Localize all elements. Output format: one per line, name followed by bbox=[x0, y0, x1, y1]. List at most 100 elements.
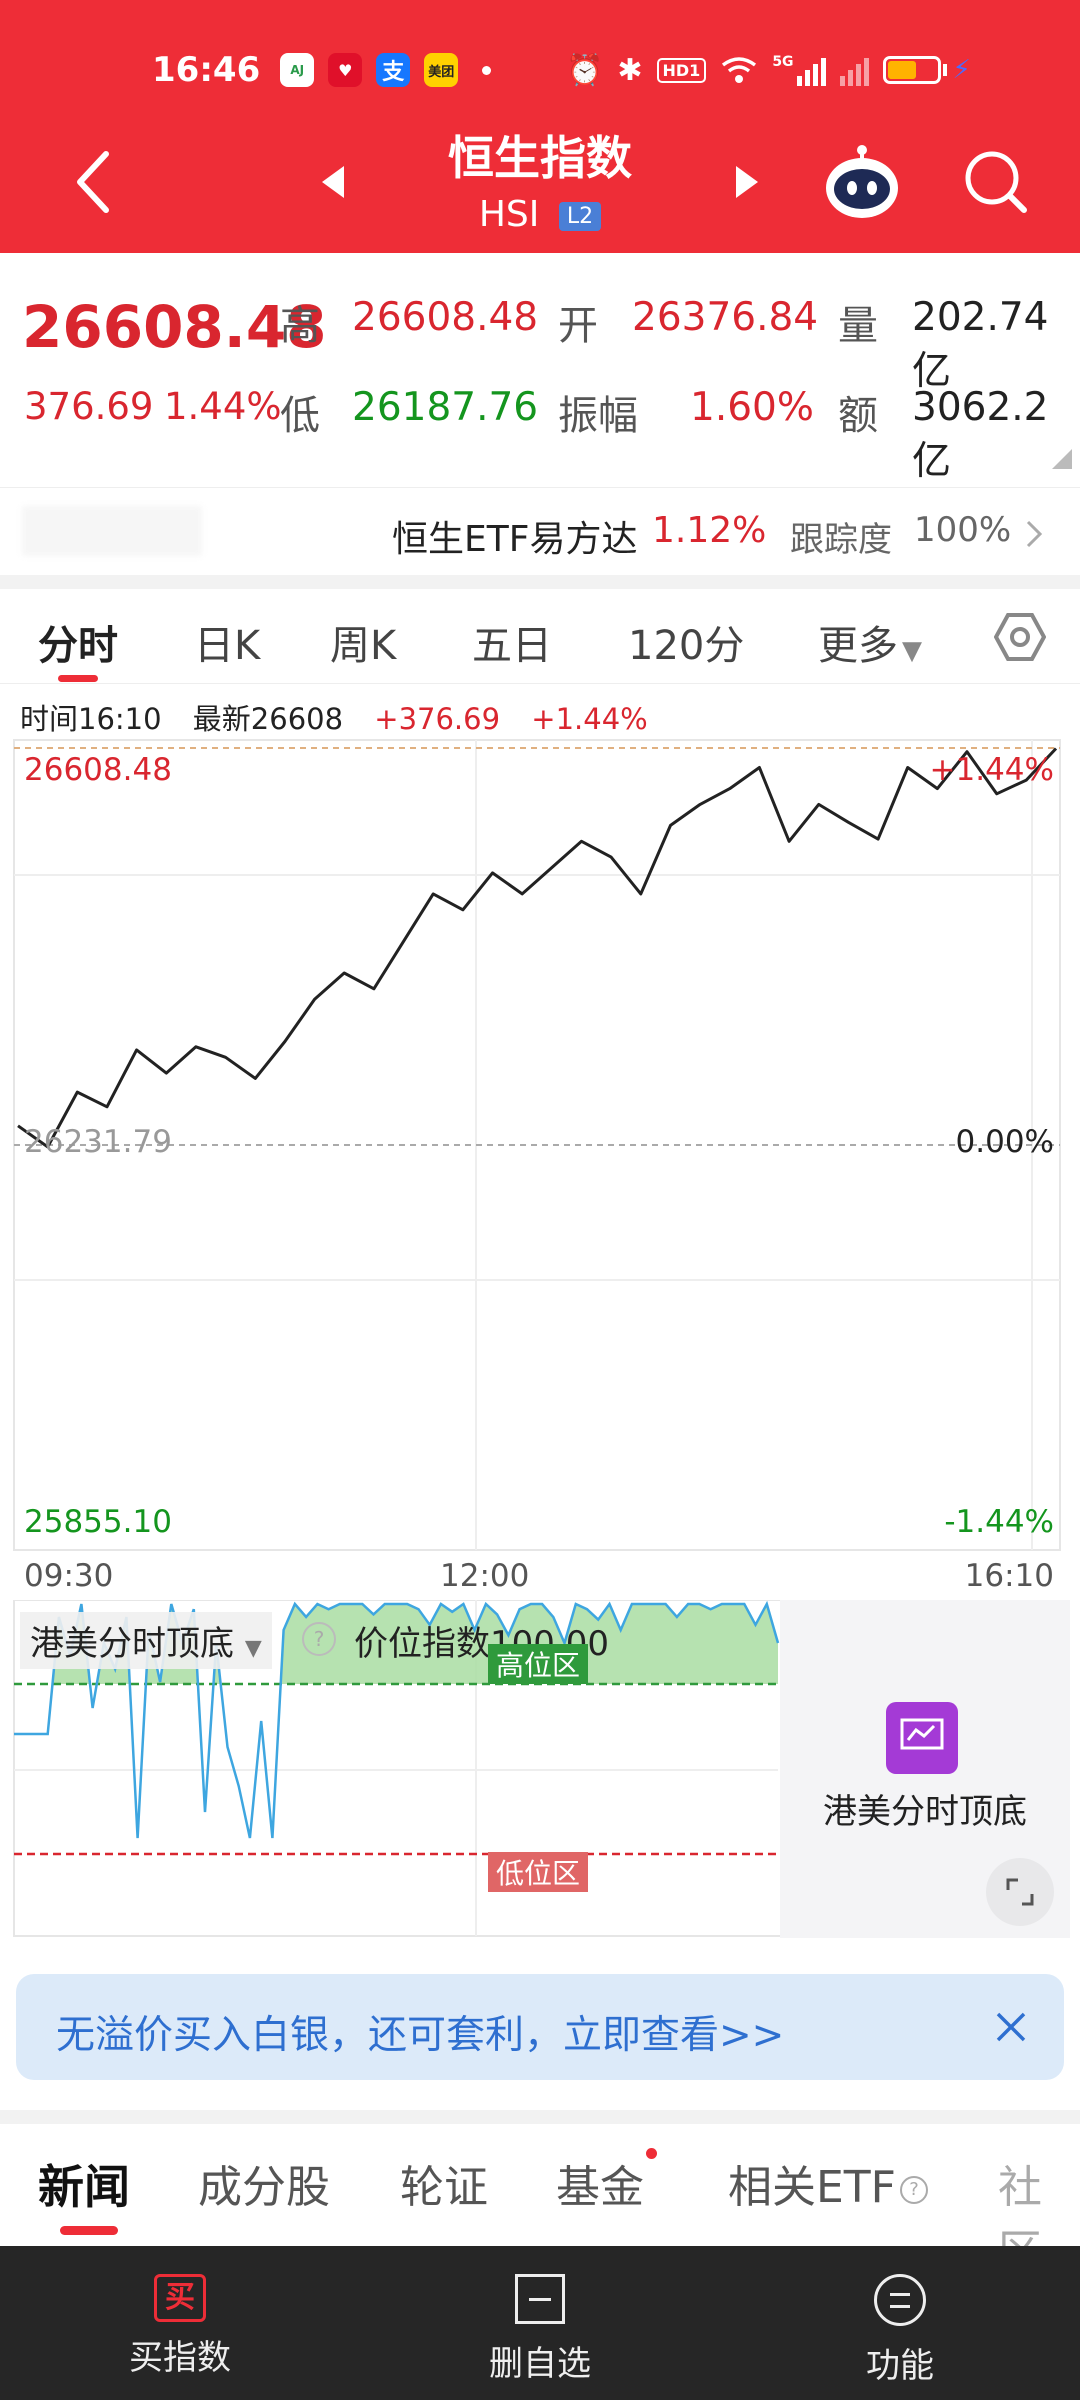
tab-intraday[interactable]: 分时 bbox=[38, 613, 118, 671]
indicator-app-icon bbox=[886, 1702, 958, 1774]
bottom-nav: 买 买指数 删自选 功能 bbox=[0, 2246, 1080, 2400]
tab-120min[interactable]: 120分 bbox=[628, 613, 744, 671]
indicator-selector[interactable]: 港美分时顶底 ▼ bbox=[20, 1612, 272, 1669]
signal-5g-icon: 5G bbox=[772, 54, 826, 86]
stock-code-row: HSI L2 bbox=[0, 194, 1080, 235]
tab-more[interactable]: 更多 ▼ bbox=[818, 613, 922, 671]
indicator-promo[interactable]: 港美分时顶底 bbox=[780, 1600, 1070, 1938]
active-news-indicator bbox=[60, 2226, 118, 2235]
amplitude-value: 1.60% bbox=[690, 385, 814, 430]
related-etf-row[interactable]: 恒生ETF易方达 1.12% 跟踪度 100% bbox=[0, 487, 1080, 575]
amount-label: 额 bbox=[838, 393, 878, 439]
indicator-promo-label: 港美分时顶底 bbox=[823, 1792, 1027, 1832]
active-tab-indicator bbox=[58, 675, 98, 682]
tab-funds[interactable]: 基金 bbox=[556, 2151, 644, 2215]
change-value: 376.69 bbox=[24, 385, 154, 428]
pct-top-label: +1.44% bbox=[929, 752, 1054, 788]
wifi-icon bbox=[722, 57, 757, 83]
remove-watchlist-icon bbox=[515, 2274, 565, 2324]
amplitude-label: 振幅 bbox=[558, 393, 638, 439]
y-max-label: 26608.48 bbox=[24, 752, 172, 788]
promo-banner[interactable]: 无溢价买入白银，还可套利，立即查看>> bbox=[16, 1974, 1064, 2080]
news-tabs: 新闻 成分股 轮证 基金 相关ETF? 社区 bbox=[0, 2124, 1080, 2277]
high-label: 高 bbox=[280, 303, 320, 349]
page-title: 恒生指数 bbox=[448, 131, 632, 185]
section-divider bbox=[0, 2110, 1080, 2124]
tab-news[interactable]: 新闻 bbox=[38, 2151, 130, 2217]
fullscreen-icon[interactable] bbox=[986, 1858, 1054, 1926]
tab-daily-k[interactable]: 日K bbox=[194, 613, 260, 671]
etf-percent: 1.12% bbox=[652, 510, 767, 551]
intraday-chart[interactable]: 时间16:10 最新26608 +376.69 +1.44% 26608.48 … bbox=[0, 684, 1080, 1594]
volume-value: 202.74亿 bbox=[912, 295, 1049, 394]
tab-related-etf[interactable]: 相关ETF? bbox=[728, 2151, 928, 2215]
open-value: 26376.84 bbox=[632, 295, 819, 340]
tracking-label: 跟踪度 bbox=[790, 520, 892, 560]
functions-button[interactable]: 功能 bbox=[800, 2274, 1000, 2387]
x-tick-mid: 12:00 bbox=[440, 1558, 530, 1594]
battery-icon: ⚡ bbox=[882, 55, 971, 85]
banner-text: 无溢价买入白银，还可套利，立即查看>> bbox=[56, 2013, 785, 2058]
low-value: 26187.76 bbox=[352, 385, 539, 430]
volume-label: 量 bbox=[838, 303, 878, 349]
tab-more-label: 更多 bbox=[818, 623, 898, 669]
level-badge: L2 bbox=[558, 201, 602, 231]
low-zone-tag: 低位区 bbox=[488, 1852, 589, 1892]
status-time: 16:46 bbox=[152, 50, 261, 90]
pct-mid-label: 0.00% bbox=[955, 1124, 1054, 1160]
search-icon[interactable] bbox=[962, 148, 1028, 214]
functions-label: 功能 bbox=[866, 2346, 934, 2386]
alipay-icon: 支 bbox=[376, 53, 411, 87]
low-label: 低 bbox=[280, 393, 320, 439]
section-divider bbox=[0, 575, 1080, 589]
settings-icon[interactable] bbox=[994, 611, 1046, 663]
alarm-icon: ⏰ bbox=[566, 52, 604, 88]
menu-circle-icon bbox=[874, 2274, 926, 2326]
remove-watchlist-button[interactable]: 删自选 bbox=[440, 2274, 640, 2385]
header: 16:46 AJ ♥ 支 美团 ⏰ ✱ HD1 5G ⚡ 恒生指数 HSI L2 bbox=[0, 0, 1080, 253]
y-prev-close-label: 26231.79 bbox=[24, 1124, 172, 1160]
blurred-ad bbox=[22, 506, 202, 556]
aj-app-icon: AJ bbox=[280, 53, 315, 87]
x-tick-end: 16:10 bbox=[964, 1558, 1054, 1594]
etf-name: 恒生ETF易方达 bbox=[392, 519, 638, 560]
change-percent: 1.44% bbox=[164, 385, 282, 428]
meituan-icon: 美团 bbox=[424, 53, 459, 87]
status-bar: 16:46 AJ ♥ 支 美团 bbox=[152, 44, 492, 96]
signal-2-icon bbox=[839, 54, 869, 86]
open-label: 开 bbox=[558, 303, 598, 349]
chart-tabs: 分时 日K 周K 五日 120分 更多 ▼ bbox=[0, 589, 1080, 684]
high-zone-tag: 高位区 bbox=[488, 1644, 589, 1684]
help-icon[interactable]: ? bbox=[302, 1622, 336, 1656]
high-value: 26608.48 bbox=[352, 295, 539, 340]
caret-down-icon: ▼ bbox=[244, 1636, 262, 1661]
indicator-panel: 港美分时顶底 ▼ ? 价位指数100.00 高位区 低位区 港美分时顶底 bbox=[0, 1600, 1080, 1940]
quote-panel: 26608.48 376.69 1.44% 高 26608.48 低 26187… bbox=[0, 253, 1080, 485]
next-stock-icon[interactable] bbox=[732, 162, 762, 202]
tab-five-day[interactable]: 五日 bbox=[472, 613, 552, 671]
tab-weekly-k[interactable]: 周K bbox=[330, 613, 396, 671]
price-line bbox=[17, 747, 1058, 1149]
help-icon: ? bbox=[900, 2176, 928, 2204]
dot-icon bbox=[482, 65, 492, 75]
notification-dot bbox=[646, 2148, 657, 2159]
red-app-icon: ♥ bbox=[328, 53, 363, 87]
caret-down-icon: ▼ bbox=[902, 636, 922, 666]
tab-constituents[interactable]: 成分股 bbox=[198, 2151, 330, 2215]
hd-icon: HD1 bbox=[656, 57, 707, 83]
tab-related-etf-label: 相关ETF bbox=[728, 2162, 896, 2213]
assistant-robot-icon[interactable] bbox=[822, 142, 902, 222]
bluetooth-icon: ✱ bbox=[617, 52, 643, 88]
buy-index-button[interactable]: 买 买指数 bbox=[80, 2274, 280, 2379]
buy-icon: 买 bbox=[154, 2274, 206, 2322]
tab-warrants[interactable]: 轮证 bbox=[400, 2151, 488, 2215]
indicator-name: 港美分时顶底 bbox=[30, 1624, 234, 1664]
buy-index-label: 买指数 bbox=[129, 2338, 231, 2378]
close-icon[interactable] bbox=[994, 2010, 1028, 2044]
status-right: ⏰ ✱ HD1 5G ⚡ bbox=[566, 44, 971, 96]
pct-bottom-label: -1.44% bbox=[944, 1504, 1054, 1540]
amount-value: 3062.2亿 bbox=[912, 385, 1049, 484]
expand-corner-icon[interactable] bbox=[1052, 449, 1072, 469]
chevron-right-icon bbox=[1026, 520, 1043, 548]
tracking-value: 100% bbox=[914, 510, 1012, 550]
